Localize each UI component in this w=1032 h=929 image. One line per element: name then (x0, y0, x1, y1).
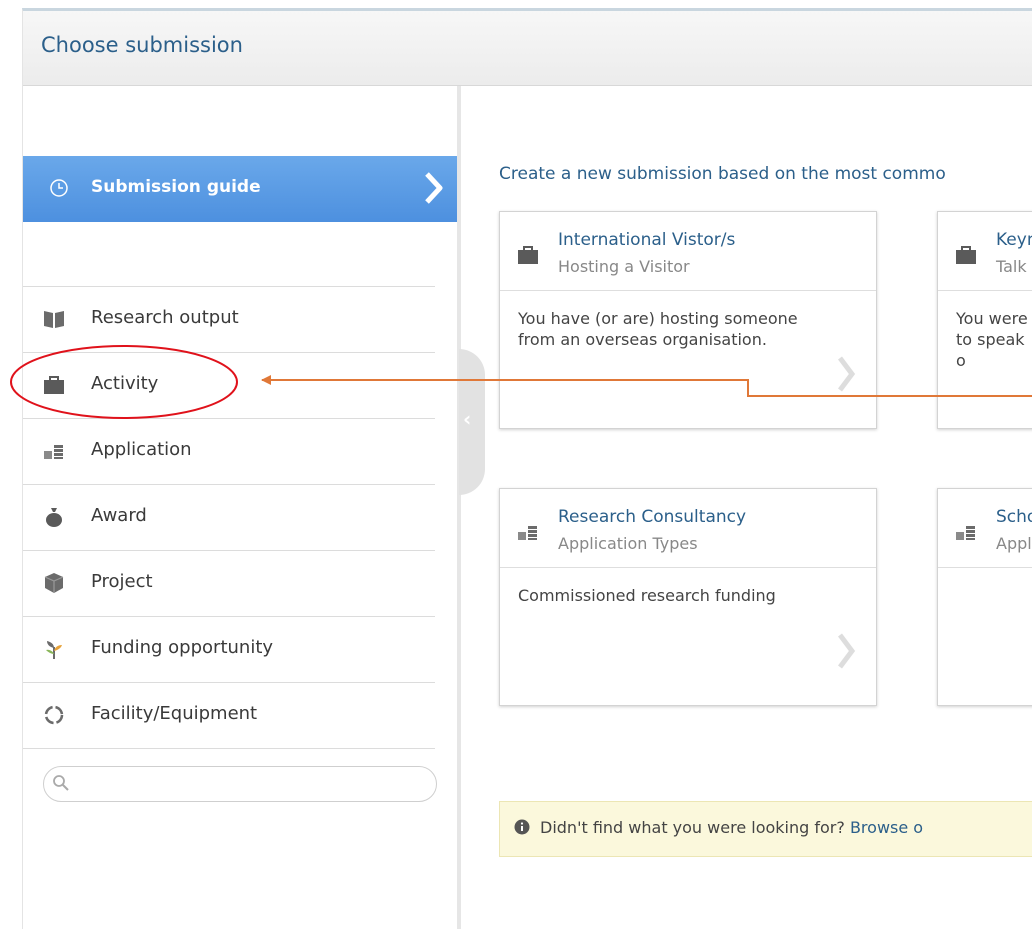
template-card-international-visitors[interactable]: International Vistor/s Hosting a Visitor… (499, 211, 877, 429)
sidebar-item-label: Activity (91, 373, 159, 394)
search-icon (53, 775, 69, 791)
sidebar-item-application[interactable]: Application (23, 418, 435, 484)
chevron-right-icon (838, 633, 856, 669)
card-title[interactable]: Schol (996, 507, 1032, 527)
info-icon (514, 819, 530, 835)
template-card-research-consultancy[interactable]: Research Consultancy Application Types C… (499, 488, 877, 706)
card-description: You have (or are) hosting someone from a… (518, 309, 798, 349)
sidebar-item-activity[interactable]: Activity (23, 352, 435, 418)
sidebar-item-label: Project (91, 571, 153, 592)
book-icon (44, 311, 64, 328)
briefcase-icon (518, 246, 538, 264)
main-panel: Create a new submission based on the mos… (485, 86, 1032, 929)
money-bag-icon (46, 508, 62, 527)
template-card-scholarship[interactable]: Schol Appli (937, 488, 1032, 706)
sidebar-item-label: Facility/Equipment (91, 703, 258, 724)
submission-guide-label: Submission guide (91, 177, 261, 197)
briefcase-icon (44, 376, 64, 394)
card-title[interactable]: Research Consultancy (558, 507, 746, 527)
card-header: Keyno Talk o (938, 212, 1032, 291)
submission-type-list: Research output Activity Application Awa… (23, 286, 435, 749)
chevron-right-icon (425, 172, 443, 204)
page-title: Choose submission (41, 33, 243, 57)
cube-icon (44, 573, 64, 593)
sidebar-item-label: Application (91, 439, 192, 460)
card-header: International Vistor/s Hosting a Visitor (500, 212, 876, 291)
sidebar-item-project[interactable]: Project (23, 550, 435, 616)
search-box (43, 766, 437, 802)
clock-icon (50, 179, 68, 197)
notice-text: Didn't find what you were looking for? B… (540, 818, 924, 837)
sprout-icon (46, 641, 62, 659)
coins-icon (44, 445, 63, 459)
chevron-right-icon (838, 356, 856, 392)
sidebar-item-facility-equipment[interactable]: Facility/Equipment (23, 682, 435, 749)
search-input[interactable] (76, 772, 430, 796)
card-header: Schol Appli (938, 489, 1032, 568)
briefcase-icon (956, 246, 976, 264)
submission-window: Choose submission Submission guide Resea… (22, 8, 1032, 929)
sidebar-item-label: Funding opportunity (91, 637, 274, 658)
card-description: You were to speak o (956, 309, 1028, 370)
coins-icon (956, 526, 975, 540)
card-subtitle: Appli (996, 534, 1032, 553)
sidebar-item-label: Award (91, 505, 147, 526)
card-description: Commissioned research funding (518, 586, 776, 605)
intro-text: Create a new submission based on the mos… (499, 164, 946, 184)
submission-guide-button[interactable]: Submission guide (23, 156, 461, 222)
collapse-sidebar-handle[interactable]: ‹ (459, 349, 485, 495)
chevron-left-icon: ‹ (463, 407, 472, 431)
card-title[interactable]: Keyno (996, 230, 1032, 250)
card-title[interactable]: International Vistor/s (558, 230, 735, 250)
card-subtitle: Application Types (558, 534, 698, 553)
header: Choose submission (23, 11, 1032, 86)
browse-link[interactable]: Browse o (850, 818, 923, 837)
panel-divider (457, 86, 461, 929)
sidebar-item-research-output[interactable]: Research output (23, 286, 435, 352)
card-header: Research Consultancy Application Types (500, 489, 876, 568)
card-subtitle: Hosting a Visitor (558, 257, 690, 276)
sidebar-item-award[interactable]: Award (23, 484, 435, 550)
sidebar: Submission guide Research output Activit… (23, 86, 461, 929)
card-subtitle: Talk o (996, 257, 1032, 276)
sidebar-item-label: Research output (91, 307, 239, 328)
sidebar-item-funding-opportunity[interactable]: Funding opportunity (23, 616, 435, 682)
coins-icon (518, 526, 537, 540)
ring-icon (44, 705, 64, 725)
template-card-keynote[interactable]: Keyno Talk o You were to speak o (937, 211, 1032, 429)
notice-banner: Didn't find what you were looking for? B… (499, 801, 1032, 857)
